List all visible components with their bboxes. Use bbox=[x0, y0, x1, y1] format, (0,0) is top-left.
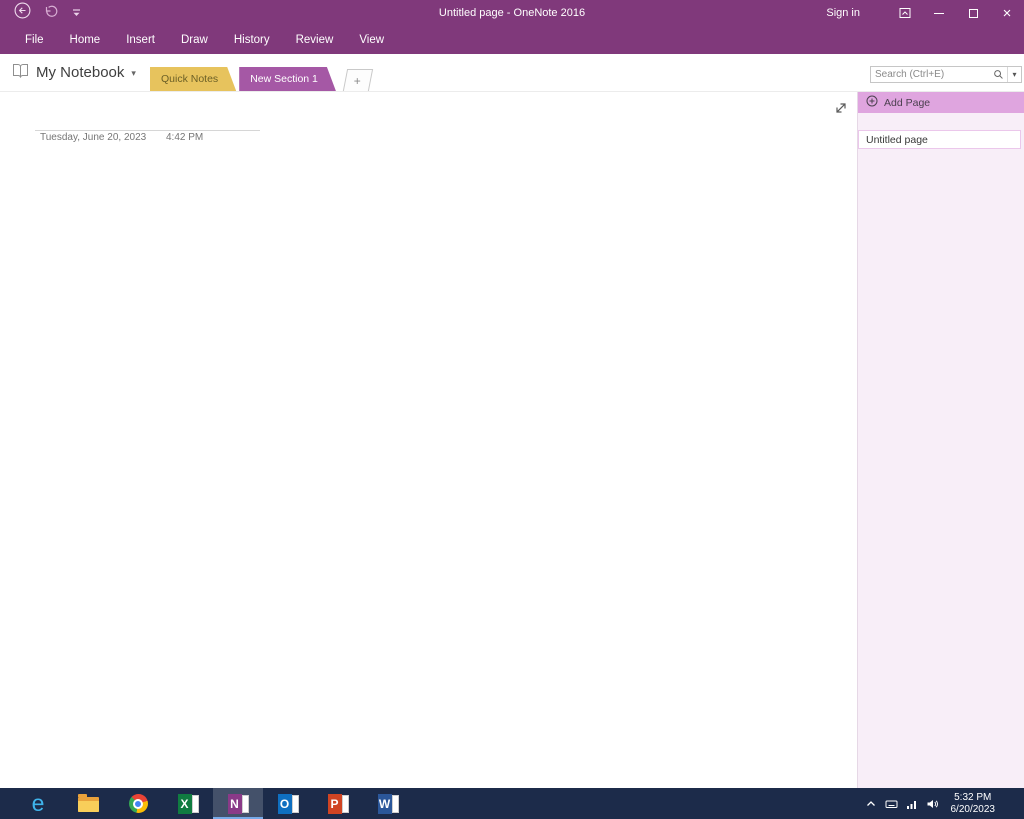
notebook-icon bbox=[12, 63, 29, 83]
search-input[interactable] bbox=[871, 69, 993, 80]
touch-keyboard-icon[interactable] bbox=[885, 798, 898, 810]
powerpoint-icon: P bbox=[328, 794, 349, 814]
word-icon: W bbox=[378, 794, 399, 814]
chrome-icon bbox=[129, 794, 148, 813]
ribbon-tab-file[interactable]: File bbox=[12, 26, 57, 54]
titlebar: Untitled page - OneNote 2016 Sign in × bbox=[0, 0, 1024, 26]
taskbar-powerpoint-button[interactable]: P bbox=[313, 788, 363, 819]
internet-explorer-icon: e bbox=[32, 792, 45, 815]
maximize-icon bbox=[969, 9, 978, 18]
taskbar-outlook-button[interactable]: O bbox=[263, 788, 313, 819]
content-area: Tuesday, June 20, 2023 4:42 PM Add Page … bbox=[0, 92, 1024, 788]
maximize-button[interactable] bbox=[956, 0, 990, 26]
ribbon-tab-bar: File Home Insert Draw History Review Vie… bbox=[0, 26, 1024, 54]
customize-quick-access-icon[interactable] bbox=[72, 4, 81, 22]
ribbon-tab-history[interactable]: History bbox=[221, 26, 283, 54]
ribbon-tab-home[interactable]: Home bbox=[57, 26, 114, 54]
page-pane: Add Page Untitled page bbox=[858, 92, 1024, 788]
onenote-icon: N bbox=[228, 794, 249, 814]
plus-icon: + bbox=[354, 74, 361, 88]
ribbon-tab-view[interactable]: View bbox=[346, 26, 397, 54]
add-page-button[interactable]: Add Page bbox=[858, 92, 1024, 113]
search-icon bbox=[993, 69, 1004, 80]
section-tab-new-section-1[interactable]: New Section 1 bbox=[239, 67, 336, 91]
ribbon-tab-review[interactable]: Review bbox=[283, 26, 347, 54]
notebook-bar: My Notebook ▾ Quick Notes New Section 1 … bbox=[0, 54, 1024, 92]
sign-in-link[interactable]: Sign in bbox=[826, 7, 860, 19]
caption-controls: Sign in × bbox=[826, 0, 1024, 26]
taskbar-chrome-button[interactable] bbox=[113, 788, 163, 819]
chevron-down-icon: ▾ bbox=[131, 66, 136, 79]
page-canvas[interactable]: Tuesday, June 20, 2023 4:42 PM bbox=[0, 92, 858, 788]
back-icon[interactable] bbox=[14, 2, 31, 24]
taskbar-word-button[interactable]: W bbox=[363, 788, 413, 819]
notebook-name: My Notebook bbox=[36, 64, 124, 81]
system-tray: 5:32 PM 6/20/2023 bbox=[865, 788, 1024, 819]
onenote-window: Untitled page - OneNote 2016 Sign in × F… bbox=[0, 0, 1024, 819]
taskbar-internet-explorer-button[interactable]: e bbox=[13, 788, 63, 819]
section-tab-quick-notes[interactable]: Quick Notes bbox=[150, 67, 236, 91]
taskbar-onenote-button[interactable]: N bbox=[213, 788, 263, 819]
ribbon-tab-insert[interactable]: Insert bbox=[113, 26, 168, 54]
taskbar: e X N O P bbox=[0, 788, 1024, 819]
network-icon[interactable] bbox=[906, 798, 918, 810]
page-list-item[interactable]: Untitled page bbox=[858, 130, 1021, 149]
page-title-field[interactable] bbox=[35, 130, 260, 131]
taskbar-excel-button[interactable]: X bbox=[163, 788, 213, 819]
clock-date: 6/20/2023 bbox=[951, 804, 996, 816]
ribbon-display-options-button[interactable] bbox=[888, 0, 922, 26]
section-tabs: Quick Notes New Section 1 + bbox=[150, 54, 371, 91]
page-time: 4:42 PM bbox=[166, 132, 203, 143]
notebook-switcher[interactable]: My Notebook ▾ bbox=[0, 54, 150, 91]
close-icon: × bbox=[1003, 6, 1012, 21]
add-section-button[interactable]: + bbox=[343, 69, 373, 91]
taskbar-clock[interactable]: 5:32 PM 6/20/2023 bbox=[947, 792, 1005, 816]
search-box[interactable]: ▾ bbox=[870, 66, 1022, 83]
full-page-view-icon[interactable] bbox=[834, 101, 848, 115]
excel-icon: X bbox=[178, 794, 199, 814]
minimize-icon bbox=[934, 13, 944, 14]
file-explorer-icon bbox=[78, 797, 99, 812]
close-button[interactable]: × bbox=[990, 0, 1024, 26]
undo-icon[interactable] bbox=[44, 4, 59, 22]
outlook-icon: O bbox=[278, 794, 299, 814]
hidden-icons-chevron-icon[interactable] bbox=[865, 798, 877, 810]
quick-access-toolbar bbox=[0, 2, 81, 24]
add-page-plus-icon bbox=[866, 95, 878, 110]
page-date: Tuesday, June 20, 2023 bbox=[40, 132, 146, 143]
search-scope-dropdown-icon[interactable]: ▾ bbox=[1008, 70, 1021, 79]
minimize-button[interactable] bbox=[922, 0, 956, 26]
volume-icon[interactable] bbox=[926, 798, 939, 810]
ribbon-tab-draw[interactable]: Draw bbox=[168, 26, 221, 54]
taskbar-file-explorer-button[interactable] bbox=[63, 788, 113, 819]
clock-time: 5:32 PM bbox=[954, 792, 991, 804]
add-page-label: Add Page bbox=[884, 97, 930, 109]
